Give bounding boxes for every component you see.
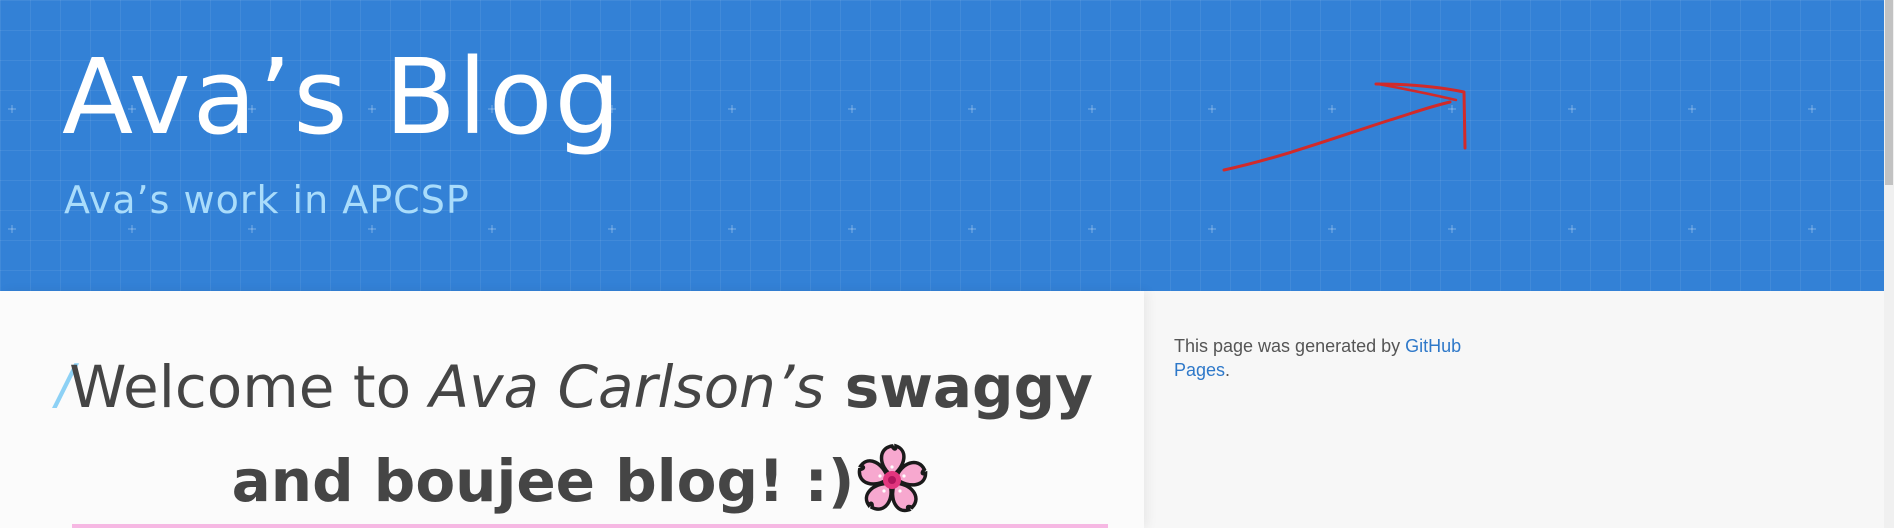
site-header: Ava’s Blog Ava’s work in APCSP (0, 0, 1884, 291)
sidebar: This page was generated by GitHub Pages. (1174, 334, 1494, 382)
heading-text-welcome: Welcome to (69, 353, 430, 421)
site-title[interactable]: Ava’s Blog (62, 40, 623, 155)
generated-by-text: This page was generated by (1174, 336, 1406, 356)
red-arrow-icon (1222, 82, 1467, 172)
pink-divider (72, 524, 1108, 528)
heading-text-author: Ava Carlson’s (429, 353, 825, 421)
scrollbar-thumb[interactable] (1885, 0, 1893, 185)
sidebar-period: . (1225, 360, 1231, 380)
site-subtitle: Ava’s work in APCSP (64, 178, 470, 222)
page: Ava’s Blog Ava’s work in APCSP / Welcome… (0, 0, 1894, 528)
cherry-blossom-icon (858, 443, 928, 513)
vertical-scrollbar[interactable] (1884, 0, 1894, 528)
post-heading: Welcome to Ava Carlson’s swaggy and bouj… (56, 340, 1106, 528)
